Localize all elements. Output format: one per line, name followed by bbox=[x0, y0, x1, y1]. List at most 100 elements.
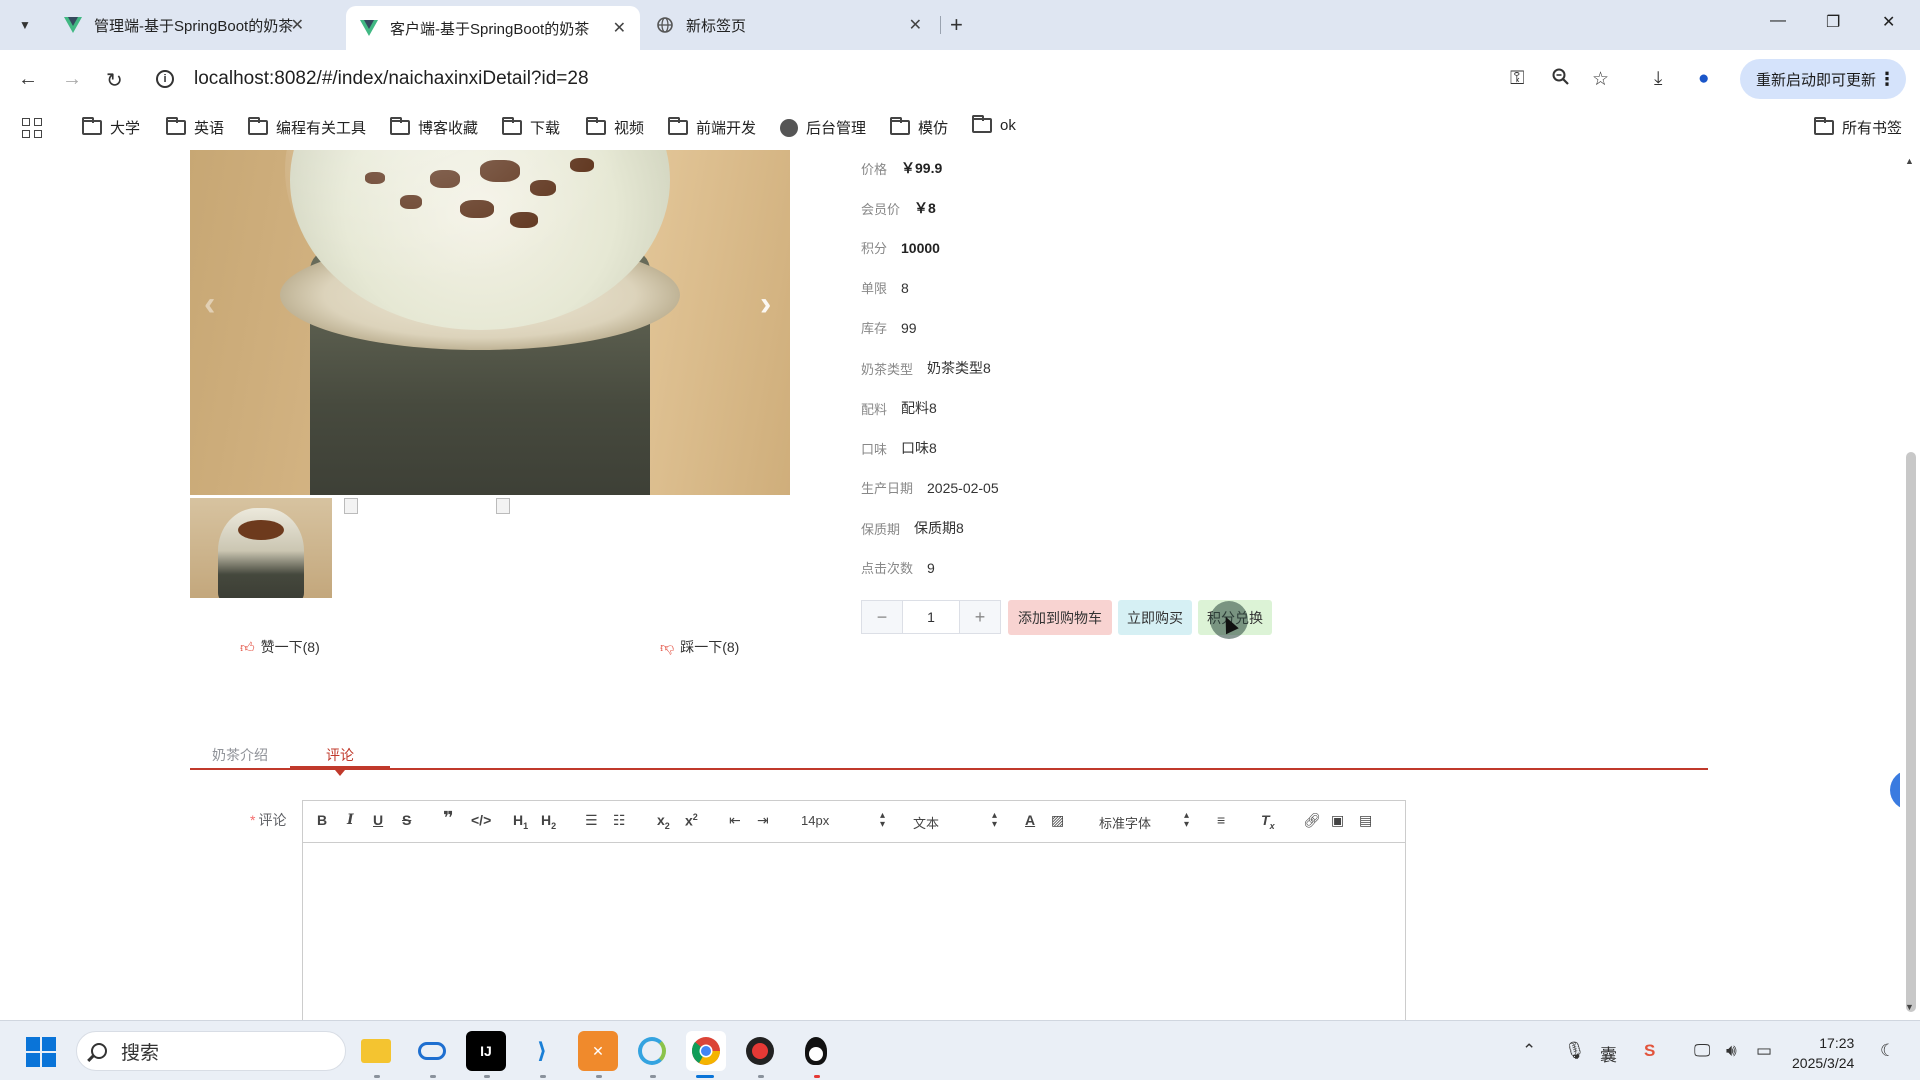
sogou-ime-icon[interactable]: S bbox=[1644, 1041, 1655, 1061]
carousel-prev-arrow-icon[interactable]: ‹ bbox=[204, 285, 215, 324]
carousel-next-arrow-icon[interactable]: › bbox=[760, 285, 771, 324]
reload-icon[interactable]: ↻ bbox=[106, 68, 123, 93]
underline-icon[interactable]: U bbox=[373, 812, 383, 828]
microphone-icon[interactable]: 🎙︎ bbox=[1564, 1041, 1586, 1061]
site-info-icon[interactable]: i bbox=[156, 70, 174, 88]
zoom-icon[interactable] bbox=[1552, 68, 1570, 92]
text-type-select[interactable]: 文本 ▴ ▾ bbox=[913, 811, 997, 832]
chrome-icon[interactable] bbox=[686, 1031, 726, 1071]
taskbar-search-input[interactable]: 搜索 bbox=[76, 1031, 346, 1071]
scroll-up-arrow-icon[interactable]: ▲ bbox=[1905, 156, 1914, 166]
editor-content-area[interactable] bbox=[303, 843, 1405, 1020]
blockquote-icon[interactable]: ❞ bbox=[443, 808, 454, 829]
more-menu-icon[interactable]: ⋮ bbox=[1878, 69, 1896, 90]
bookmark-folder-imitate[interactable]: 模仿 bbox=[890, 117, 948, 138]
tab-new[interactable]: 新标签页 ✕ bbox=[642, 6, 936, 44]
subscript-icon[interactable]: x2 bbox=[657, 812, 670, 831]
scroll-down-arrow-icon[interactable]: ▼ bbox=[1905, 1002, 1914, 1012]
apps-grid-icon[interactable] bbox=[22, 118, 42, 138]
all-bookmarks-folder[interactable]: 所有书签 bbox=[1814, 117, 1902, 138]
qq-penguin-icon[interactable] bbox=[796, 1031, 836, 1071]
network-icon[interactable]: 🖵︎ bbox=[1694, 1041, 1710, 1061]
scroll-thumb[interactable] bbox=[1906, 452, 1916, 1012]
decrease-quantity-button[interactable]: − bbox=[862, 601, 902, 633]
close-icon[interactable]: ✕ bbox=[909, 15, 922, 35]
tab-search-chevron-icon[interactable]: ▼ bbox=[12, 12, 38, 38]
bookmark-backend-admin[interactable]: 后台管理 bbox=[780, 117, 866, 138]
address-bar[interactable]: i localhost:8082/#/index/naichaxinxiDeta… bbox=[156, 58, 1496, 100]
add-to-cart-button[interactable]: 添加到购物车 bbox=[1008, 600, 1112, 635]
background-color-icon[interactable]: ▨ bbox=[1051, 812, 1064, 829]
password-key-icon[interactable]: ⚿ bbox=[1510, 68, 1524, 90]
quantity-input[interactable]: 1 bbox=[902, 601, 960, 633]
restore-icon[interactable]: ❐ bbox=[1826, 12, 1840, 32]
bookmark-folder-tools[interactable]: 编程有关工具 bbox=[248, 117, 366, 138]
input-method-icon[interactable]: 囊 bbox=[1600, 1041, 1617, 1066]
new-tab-plus-icon[interactable]: + bbox=[950, 12, 963, 38]
link-icon[interactable]: 🔗︎ bbox=[1303, 812, 1321, 829]
url-text[interactable]: localhost:8082/#/index/naichaxinxiDetail… bbox=[194, 68, 589, 90]
video-icon[interactable]: ▤ bbox=[1359, 812, 1372, 829]
relaunch-update-button[interactable]: 重新启动即可更新 ⋮ bbox=[1740, 59, 1906, 99]
thumbnail-3-broken-image-icon[interactable] bbox=[496, 498, 510, 514]
forward-arrow-icon[interactable]: → bbox=[62, 68, 82, 91]
thumbnail-2-broken-image-icon[interactable] bbox=[344, 498, 358, 514]
vscode-icon[interactable]: ⟩ bbox=[522, 1031, 562, 1071]
window-close-icon[interactable]: ✕ bbox=[1882, 12, 1895, 32]
screen-recorder-icon[interactable] bbox=[740, 1031, 780, 1071]
volume-icon[interactable]: 🔊︎ bbox=[1726, 1041, 1737, 1061]
back-arrow-icon[interactable]: ← bbox=[18, 68, 38, 91]
show-hidden-icons-chevron-icon[interactable]: ⌃ bbox=[1522, 1041, 1536, 1061]
intellij-idea-icon[interactable]: IJ bbox=[466, 1031, 506, 1071]
tab-client[interactable]: 客户端-基于SpringBoot的奶茶 ✕ bbox=[346, 6, 640, 50]
heading-2-icon[interactable]: H2 bbox=[541, 812, 556, 831]
minimize-icon[interactable]: — bbox=[1770, 12, 1786, 30]
cloud-app-icon[interactable] bbox=[412, 1031, 452, 1071]
font-size-select[interactable]: 14px ▴ ▾ bbox=[801, 811, 885, 830]
xampp-icon[interactable]: ✕ bbox=[578, 1031, 618, 1071]
page-scrollbar[interactable]: ▲ ▼ bbox=[1900, 150, 1920, 1020]
superscript-icon[interactable]: x2 bbox=[685, 812, 698, 829]
photos-app-icon[interactable] bbox=[632, 1031, 672, 1071]
profile-icon[interactable]: ● bbox=[1698, 68, 1709, 90]
product-image-carousel[interactable]: ‹ › bbox=[190, 150, 790, 495]
bookmark-folder-downloads[interactable]: 下载 bbox=[502, 117, 560, 138]
heading-1-icon[interactable]: H1 bbox=[513, 812, 528, 831]
outdent-icon[interactable]: ⇤ bbox=[729, 812, 741, 829]
notification-moon-icon[interactable]: ☾ bbox=[1880, 1041, 1895, 1061]
close-icon[interactable]: ✕ bbox=[291, 15, 304, 35]
buy-now-button[interactable]: 立即购买 bbox=[1118, 600, 1192, 635]
bookmark-folder-frontend[interactable]: 前端开发 bbox=[668, 117, 756, 138]
tab-tea-intro[interactable]: 奶茶介绍 bbox=[212, 745, 268, 765]
bookmark-folder-ok[interactable]: ok bbox=[972, 115, 1016, 134]
italic-icon[interactable]: I bbox=[347, 812, 354, 828]
image-icon[interactable]: ▣ bbox=[1331, 812, 1344, 829]
bold-icon[interactable]: B bbox=[317, 812, 327, 828]
windows-start-icon[interactable] bbox=[26, 1037, 56, 1067]
increase-quantity-button[interactable]: + bbox=[960, 601, 1000, 633]
code-block-icon[interactable]: </> bbox=[471, 812, 491, 828]
like-button[interactable]: 👍︎ 赞一下(8) bbox=[240, 637, 320, 657]
font-color-icon[interactable]: A bbox=[1025, 812, 1035, 828]
bullet-list-icon[interactable]: ☷ bbox=[613, 812, 626, 829]
bookmark-folder-yingyu[interactable]: 英语 bbox=[166, 117, 224, 138]
dislike-button[interactable]: 👎︎ 踩一下(8) bbox=[660, 637, 739, 657]
file-explorer-icon[interactable] bbox=[356, 1031, 396, 1071]
bookmark-folder-daxue[interactable]: 大学 bbox=[82, 117, 140, 138]
battery-icon[interactable]: ▭ bbox=[1756, 1041, 1772, 1061]
strikethrough-icon[interactable]: S bbox=[402, 812, 411, 828]
align-icon[interactable]: ≡ bbox=[1217, 812, 1225, 828]
ordered-list-icon[interactable]: ☰ bbox=[585, 812, 598, 829]
taskbar-clock[interactable]: 17:23 2025/3/24 bbox=[1792, 1033, 1854, 1073]
bookmark-star-icon[interactable]: ☆ bbox=[1592, 68, 1609, 91]
bookmark-folder-blogs[interactable]: 博客收藏 bbox=[390, 117, 478, 138]
indent-icon[interactable]: ⇥ bbox=[757, 812, 769, 829]
tab-admin[interactable]: 管理端-基于SpringBoot的奶茶 ✕ bbox=[50, 6, 318, 44]
tab-comments[interactable]: 评论 bbox=[326, 745, 354, 765]
bookmark-folder-videos[interactable]: 视频 bbox=[586, 117, 644, 138]
clear-format-icon[interactable]: Tx bbox=[1261, 812, 1275, 831]
thumbnail-1[interactable] bbox=[190, 498, 332, 598]
close-icon[interactable]: ✕ bbox=[613, 18, 626, 38]
font-family-select[interactable]: 标准字体 ▴ ▾ bbox=[1099, 811, 1189, 832]
download-icon[interactable]: ⤓ bbox=[1654, 68, 1662, 90]
